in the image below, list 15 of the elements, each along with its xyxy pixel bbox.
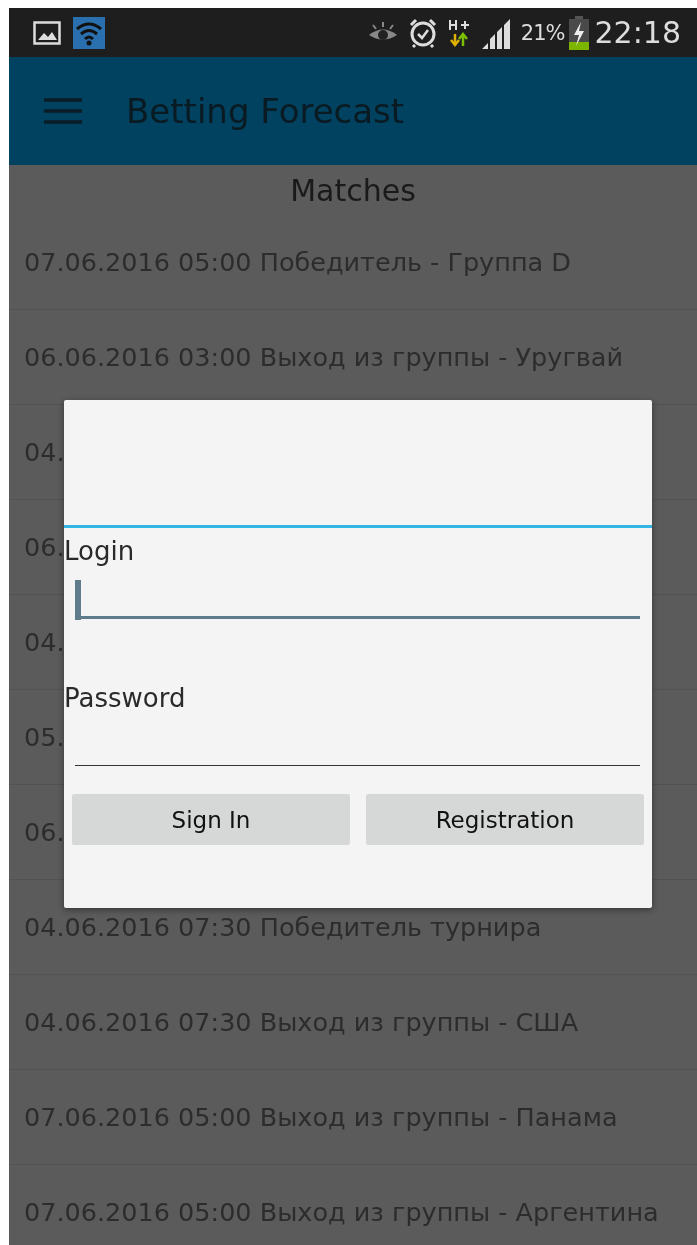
list-title: Matches — [289, 171, 417, 210]
battery-percentage: 21% — [520, 20, 565, 45]
network-hplus-icon — [446, 17, 471, 48]
battery-charging-icon — [567, 15, 590, 50]
alarm-clock-icon — [407, 17, 438, 48]
input-field[interactable] — [75, 580, 640, 619]
app-title: Betting Forecast — [126, 91, 405, 131]
field-label: Password — [64, 683, 187, 715]
image-icon — [33, 20, 61, 45]
wifi-icon — [73, 16, 105, 49]
dialog-button[interactable]: Sign In — [72, 794, 350, 845]
clock-time: 22:18 — [594, 15, 681, 50]
field-label: Login — [64, 536, 136, 568]
menu-icon — [44, 97, 82, 125]
dialog-button[interactable]: Registration — [366, 794, 644, 845]
